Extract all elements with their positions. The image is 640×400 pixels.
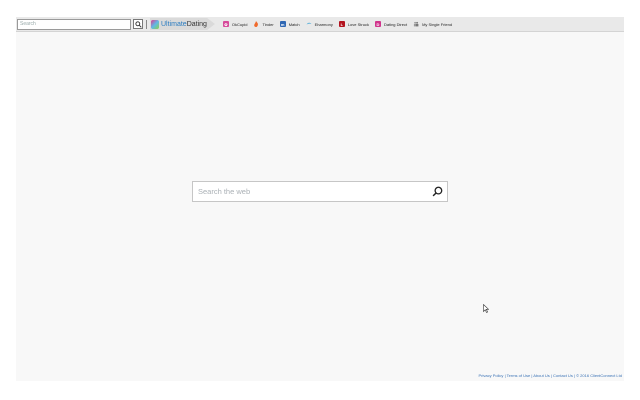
datingdirect-icon: D — [374, 21, 381, 27]
footer-separator: | — [550, 373, 552, 378]
toolbar-link-eharmony[interactable]: Eharmony — [306, 21, 333, 27]
toolbar-divider — [146, 19, 147, 29]
toolbar-link-label: Match — [288, 21, 300, 27]
main-search-button[interactable] — [427, 182, 447, 201]
footer-separator: | — [573, 373, 575, 378]
lovestruck-icon: L — [338, 21, 345, 27]
main-search-input[interactable] — [193, 182, 427, 201]
toolbar-link-label: Eharmony — [314, 21, 333, 27]
search-icon — [432, 186, 442, 197]
toolbar-link-label: Love Struck — [347, 21, 369, 27]
ultimatedating-logo-icon — [151, 19, 159, 29]
brand-name: UltimateDating — [161, 20, 207, 28]
toolbar-link-mysinglefriend[interactable]: My Single Friend — [413, 21, 452, 27]
mouse-cursor-icon — [483, 304, 489, 313]
toolbar-link-datingdirect[interactable]: D Dating Direct — [374, 21, 408, 27]
toolbar-search-input[interactable] — [17, 18, 131, 30]
toolbar-link-label: Tinder — [262, 21, 274, 27]
footer-links: Privacy Policy | Terms of Use | About Us… — [479, 373, 622, 378]
toolbar-search-button[interactable] — [133, 19, 143, 29]
copyright-text: © 2016 ClientConnect Ltd — [576, 373, 622, 378]
main-search-box — [192, 181, 448, 202]
toolbar-link-tinder[interactable]: Tinder — [253, 21, 274, 27]
match-icon: m — [279, 21, 286, 27]
terms-of-use-link[interactable]: Terms of Use — [507, 373, 531, 378]
contact-us-link[interactable]: Contact Us — [553, 373, 573, 378]
okcupid-icon: ✿ — [222, 21, 229, 27]
tinder-flame-icon — [253, 21, 259, 27]
toolbar-link-label: OkCupid — [231, 21, 248, 27]
privacy-policy-link[interactable]: Privacy Policy — [479, 373, 504, 378]
toolbar-link-lovestruck[interactable]: L Love Struck — [338, 21, 369, 27]
toolbar-links: ✿ OkCupid Tinder m Match Eharmony L Love… — [222, 21, 458, 27]
mysinglefriend-icon — [413, 21, 419, 27]
brand-logo-ultimatedating[interactable]: UltimateDating — [150, 18, 215, 30]
toolbar-search — [17, 18, 143, 30]
browser-toolbar: UltimateDating ✿ OkCupid Tinder m Match … — [16, 17, 624, 32]
toolbar-link-label: My Single Friend — [422, 21, 453, 27]
toolbar-link-label: Dating Direct — [383, 21, 408, 27]
footer-separator: | — [504, 373, 506, 378]
about-us-link[interactable]: About Us — [533, 373, 549, 378]
toolbar-link-okcupid[interactable]: ✿ OkCupid — [222, 21, 248, 27]
toolbar-link-match[interactable]: m Match — [279, 21, 300, 27]
eharmony-icon — [306, 21, 312, 27]
search-icon — [134, 20, 142, 28]
